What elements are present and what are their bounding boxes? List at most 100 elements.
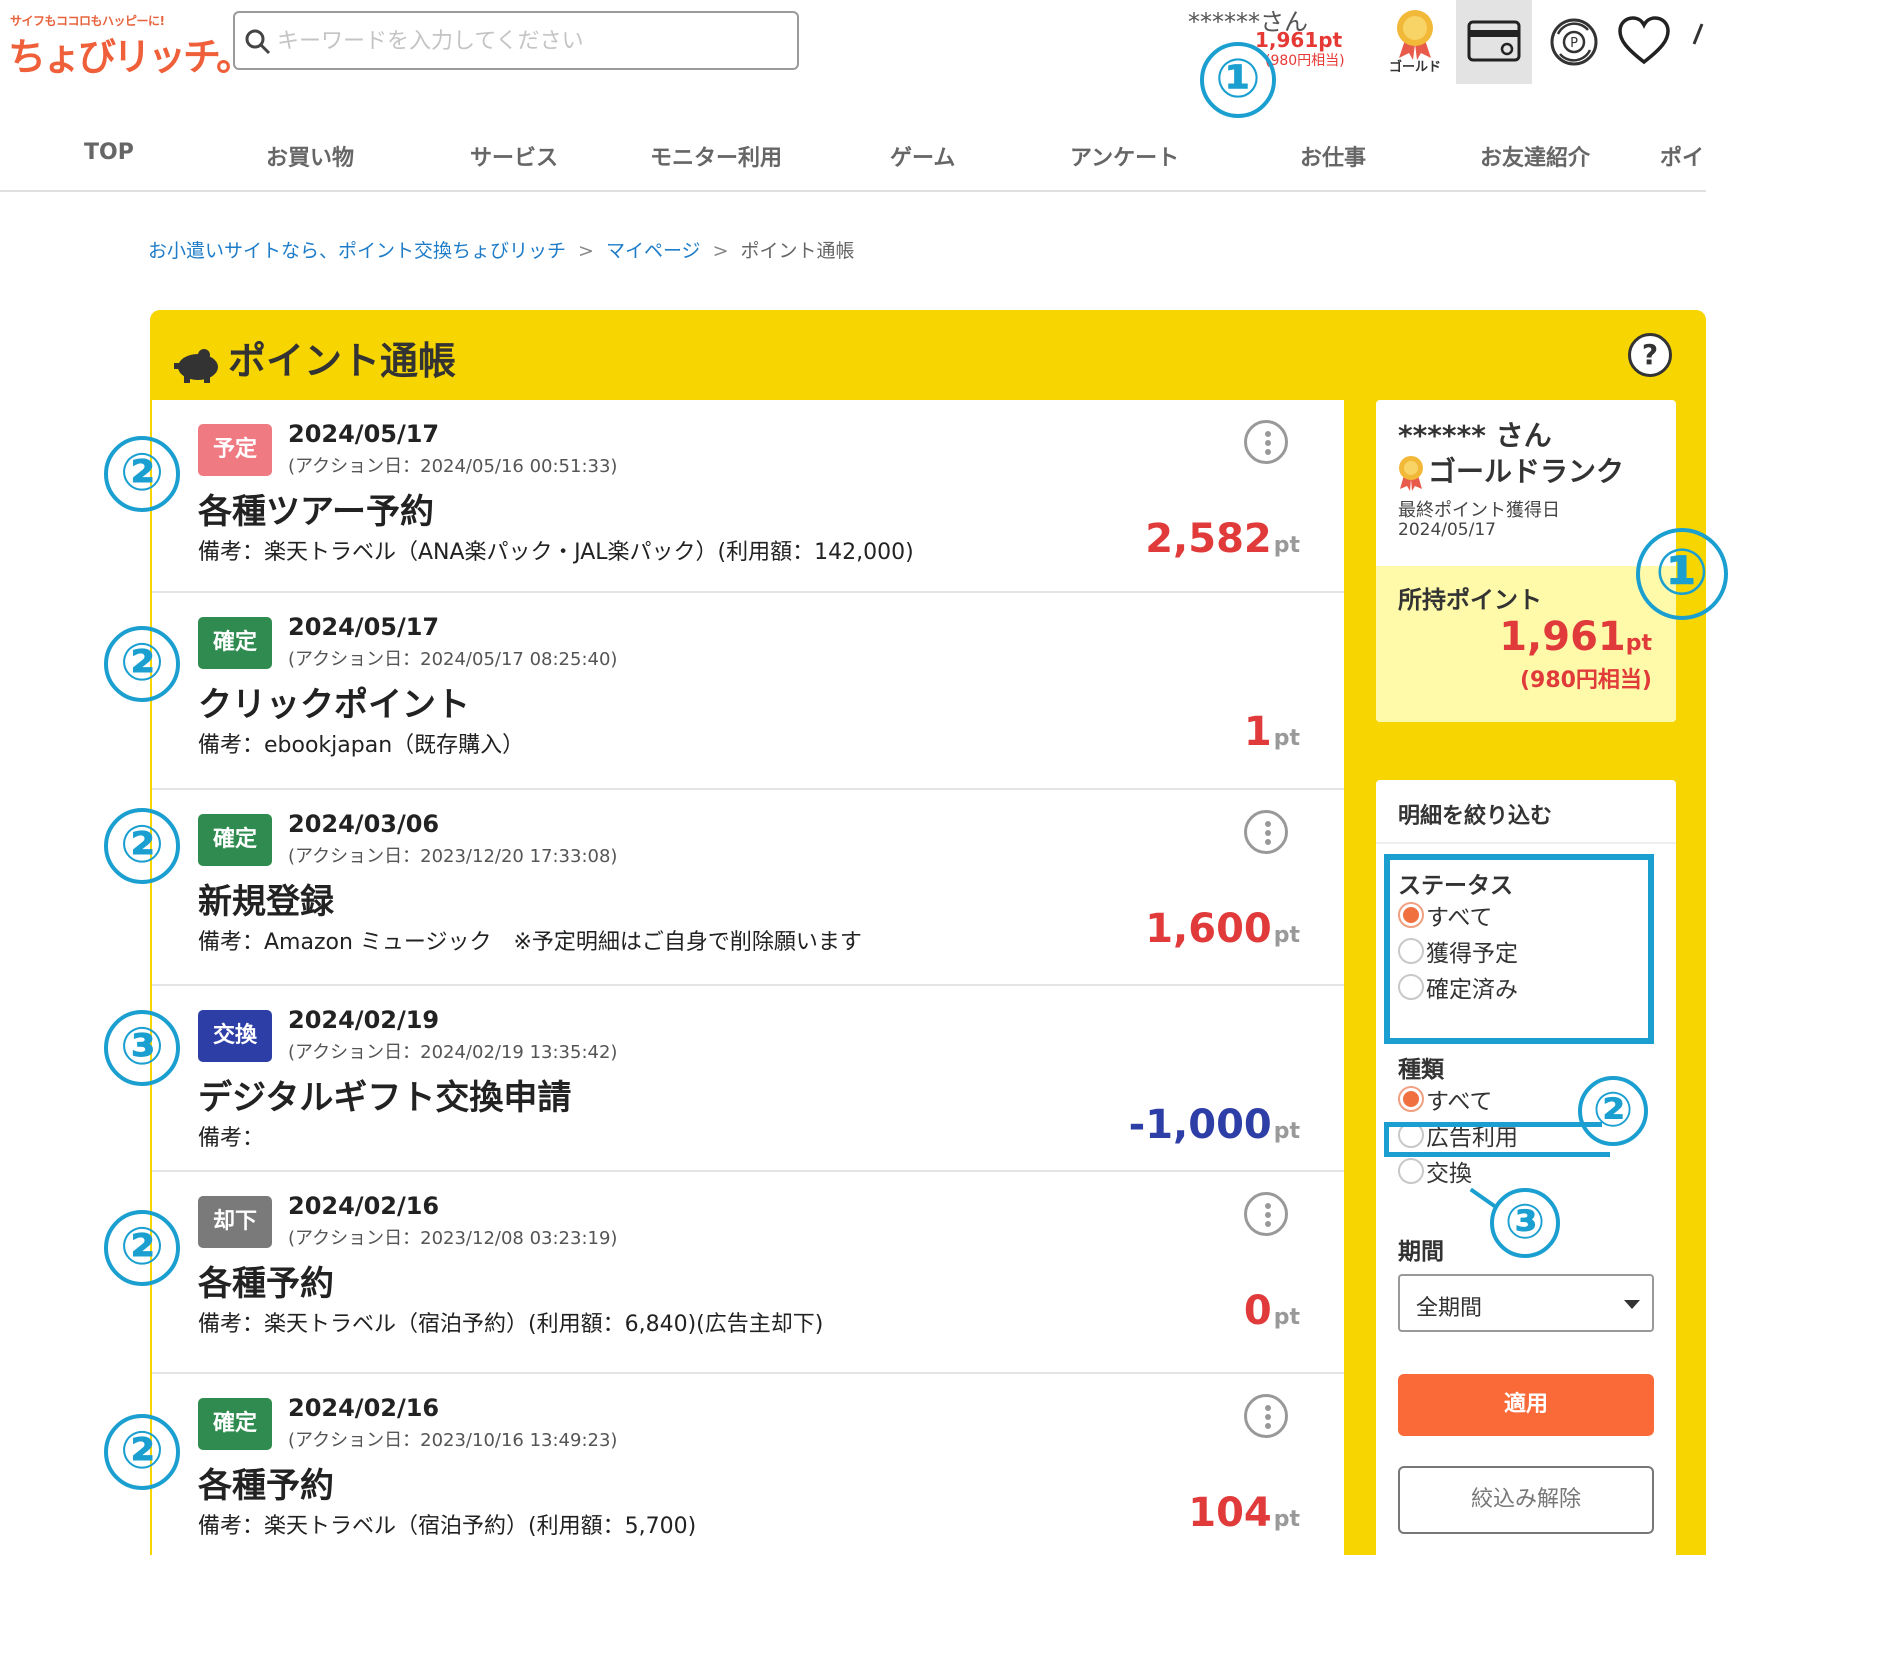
status-badge: 確定	[198, 814, 272, 866]
breadcrumb-home[interactable]: お小遣いサイトなら、ポイント交換ちょびリッチ	[148, 240, 566, 262]
summary-rank: ゴールドランク	[1394, 450, 1624, 491]
piggy-bank-icon	[174, 348, 218, 383]
more-options-icon[interactable]	[1244, 810, 1288, 854]
annotation-3: ③	[104, 1010, 180, 1086]
nav-top[interactable]: TOP	[84, 140, 134, 165]
help-icon[interactable]: ?	[1628, 333, 1672, 377]
annotation-1: ①	[1636, 528, 1728, 620]
breadcrumb-chevron-icon: >	[578, 240, 594, 262]
entry-points: 1pt	[1244, 709, 1300, 755]
status-badge: 確定	[198, 1398, 272, 1450]
radio-icon[interactable]	[1398, 1158, 1424, 1184]
entry-points-unit: pt	[1273, 726, 1300, 751]
entry-note: 備考：楽天トラベル（宿泊予約）(利用額：6,840)(広告主却下)	[198, 1312, 824, 1337]
period-select[interactable]: 全期間	[1398, 1274, 1654, 1332]
entry-note: 備考：Amazon ミュージック ※予定明細はご自身で削除願います	[198, 930, 862, 955]
entry-title: 新規登録	[198, 882, 334, 922]
nav-referral[interactable]: お友達紹介	[1480, 140, 1590, 172]
type-group-title: 種類	[1398, 1057, 1444, 1083]
entry-note: 備考：楽天トラベル（宿泊予約）(利用額：5,700)	[198, 1514, 697, 1539]
nav-survey[interactable]: アンケート	[1070, 140, 1179, 172]
header-rank[interactable]: ゴールド	[1380, 6, 1450, 75]
entry-note: 備考：ebookjapan（既存購入）	[198, 733, 525, 758]
annotation-box-status	[1384, 854, 1654, 1044]
breadcrumb-current: ポイント通帳	[740, 240, 855, 262]
type-option-exchange[interactable]: 交換	[1398, 1154, 1472, 1187]
passbook-entry: 却下 2024/02/16 (アクション日：2023/12/08 03:23:1…	[152, 1172, 1344, 1374]
balance-value: 1,961	[1499, 614, 1626, 660]
last-earned-date: 2024/05/17	[1398, 520, 1496, 540]
global-nav: TOP お買い物 サービス モニター利用 ゲーム アンケート お仕事 お友達紹介…	[0, 126, 1706, 192]
wallet-card-icon	[1467, 20, 1521, 62]
status-badge: 交換	[198, 1010, 272, 1062]
balance-points: 1,961pt	[1499, 614, 1652, 660]
point-exchange-icon[interactable]: P	[1546, 14, 1602, 70]
entry-points-unit: pt	[1273, 923, 1300, 948]
balance-yen: (980円相当)	[1519, 668, 1652, 693]
balance-box: 所持ポイント 1,961pt (980円相当)	[1376, 566, 1676, 722]
entry-date: 2024/03/06	[288, 810, 440, 838]
nav-monitor[interactable]: モニター利用	[650, 140, 782, 172]
type-option-all-label: すべて	[1426, 1089, 1493, 1115]
radio-selected-icon[interactable]	[1398, 1086, 1424, 1112]
nav-shopping[interactable]: お買い物	[266, 140, 354, 172]
entry-action-date: (アクション日：2023/12/08 03:23:19)	[288, 1228, 618, 1249]
type-option-all[interactable]: すべて	[1398, 1082, 1493, 1115]
entry-points: 2,582pt	[1145, 516, 1300, 562]
annotation-2: ②	[1578, 1076, 1648, 1146]
nav-point[interactable]: ポイ	[1660, 140, 1704, 172]
status-badge: 確定	[198, 617, 272, 669]
page-title-text: ポイント通帳	[228, 339, 457, 383]
entry-points-unit: pt	[1273, 1119, 1300, 1144]
entry-action-date: (アクション日：2024/05/17 08:25:40)	[288, 649, 618, 670]
entry-date: 2024/02/16	[288, 1192, 440, 1220]
nav-work[interactable]: お仕事	[1300, 140, 1366, 172]
entry-action-date: (アクション日：2024/02/19 13:35:42)	[288, 1042, 618, 1063]
entry-note: 備考：	[198, 1126, 265, 1151]
heart-icon[interactable]	[1616, 14, 1672, 70]
gold-medal-icon	[1397, 10, 1433, 60]
entry-points: 104pt	[1188, 1490, 1300, 1536]
entry-date: 2024/05/17	[288, 420, 440, 448]
nav-service[interactable]: サービス	[470, 140, 558, 172]
bell-icon[interactable]	[1690, 20, 1706, 60]
type-option-exchange-label: 交換	[1426, 1161, 1472, 1187]
search-input[interactable]	[277, 21, 777, 61]
entry-title: クリックポイント	[198, 685, 470, 725]
entry-action-date: (アクション日：2023/10/16 13:49:23)	[288, 1430, 618, 1451]
passbook-list: 予定 2024/05/17 (アクション日：2024/05/16 00:51:3…	[152, 400, 1344, 1555]
clear-filter-button[interactable]: 絞込み解除	[1398, 1466, 1654, 1534]
entry-title: 各種ツアー予約	[198, 492, 434, 532]
last-earned-label: 最終ポイント獲得日	[1398, 500, 1560, 521]
apply-button[interactable]: 適用	[1398, 1374, 1654, 1436]
entry-points-value: -1,000	[1128, 1102, 1272, 1148]
entry-points-unit: pt	[1273, 533, 1300, 558]
more-options-icon[interactable]	[1244, 1394, 1288, 1438]
annotation-line	[1384, 1122, 1389, 1157]
nav-game[interactable]: ゲーム	[890, 140, 955, 172]
type-option-ad-label: 広告利用	[1426, 1125, 1518, 1151]
header-points[interactable]: 1,961pt	[1255, 28, 1342, 52]
header-rank-label: ゴールド	[1388, 60, 1441, 75]
entry-points: 0pt	[1244, 1288, 1300, 1334]
site-logo[interactable]: サイフもココロもハッピーに! ちょびリッチ。	[6, 10, 254, 79]
breadcrumb-chevron-icon: >	[712, 240, 729, 262]
status-badge: 予定	[198, 424, 272, 476]
entry-points-value: 2,582	[1145, 516, 1272, 562]
entry-title: 各種予約	[198, 1264, 334, 1304]
more-options-icon[interactable]	[1244, 420, 1288, 464]
entry-points-unit: pt	[1273, 1507, 1300, 1532]
entry-note: 備考：楽天トラベル（ANA楽パック・JAL楽パック）(利用額：142,000)	[198, 540, 914, 565]
more-options-icon[interactable]	[1244, 1192, 1288, 1236]
entry-date: 2024/02/16	[288, 1394, 440, 1422]
entry-points-value: 104	[1188, 1490, 1272, 1536]
balance-unit: pt	[1625, 631, 1652, 656]
breadcrumb: お小遣いサイトなら、ポイント交換ちょびリッチ > マイページ > ポイント通帳	[148, 236, 855, 263]
search-box[interactable]	[233, 11, 799, 70]
annotation-2: ②	[104, 626, 180, 702]
annotation-line	[1384, 1152, 1610, 1157]
wallet-card-button[interactable]	[1456, 0, 1532, 84]
entry-title: デジタルギフト交換申請	[198, 1078, 572, 1118]
entry-title: 各種予約	[198, 1466, 334, 1506]
breadcrumb-mypage[interactable]: マイページ	[606, 240, 701, 262]
